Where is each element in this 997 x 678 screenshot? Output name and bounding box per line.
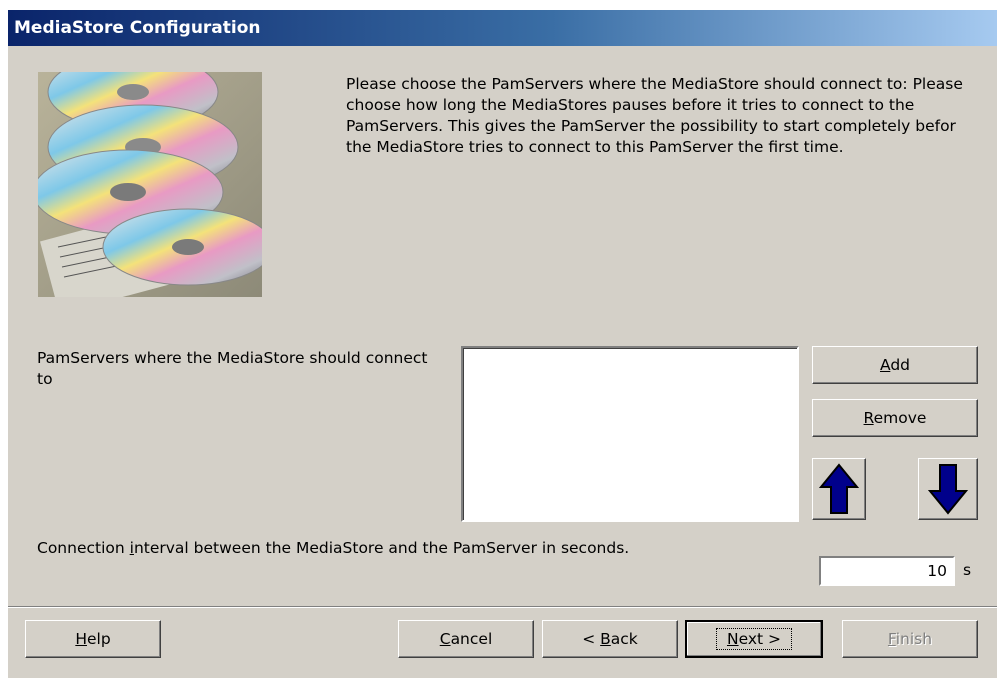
back-button-label: < Back [582, 630, 638, 648]
cd-illustration [38, 72, 262, 297]
back-button[interactable]: < Back [542, 620, 678, 658]
cd-stack-image [38, 72, 262, 297]
arrow-up-icon [819, 463, 859, 514]
arrow-down-icon [928, 464, 968, 515]
help-button[interactable]: Help [25, 620, 161, 658]
next-button[interactable]: Next > [685, 620, 823, 658]
intro-text: Please choose the PamServers where the M… [346, 75, 963, 156]
interval-unit: s [963, 561, 972, 579]
add-button-label: Add [879, 356, 911, 374]
cancel-button[interactable]: Cancel [398, 620, 534, 658]
remove-button[interactable]: Remove [812, 399, 978, 437]
finish-button-label: Finish [887, 630, 933, 648]
pamservers-listbox[interactable] [461, 346, 799, 522]
wizard-window: MediaStore Configuration Please choose t… [8, 10, 997, 678]
help-button-label: Help [75, 630, 111, 648]
window-title: MediaStore Configuration [14, 18, 261, 38]
interval-input[interactable] [819, 556, 955, 586]
servers-label: PamServers where the MediaStore should c… [37, 349, 428, 388]
interval-label: Connection interval between the MediaSto… [37, 539, 630, 557]
move-down-button[interactable] [918, 458, 978, 520]
footer-separator [8, 606, 997, 608]
finish-button: Finish [842, 620, 978, 658]
add-button[interactable]: Add [812, 346, 978, 384]
cancel-button-label: Cancel [439, 630, 493, 648]
move-up-button[interactable] [812, 458, 866, 520]
remove-button-label: Remove [863, 409, 927, 427]
title-bar: MediaStore Configuration [8, 10, 997, 46]
next-button-label: Next > [715, 628, 793, 650]
